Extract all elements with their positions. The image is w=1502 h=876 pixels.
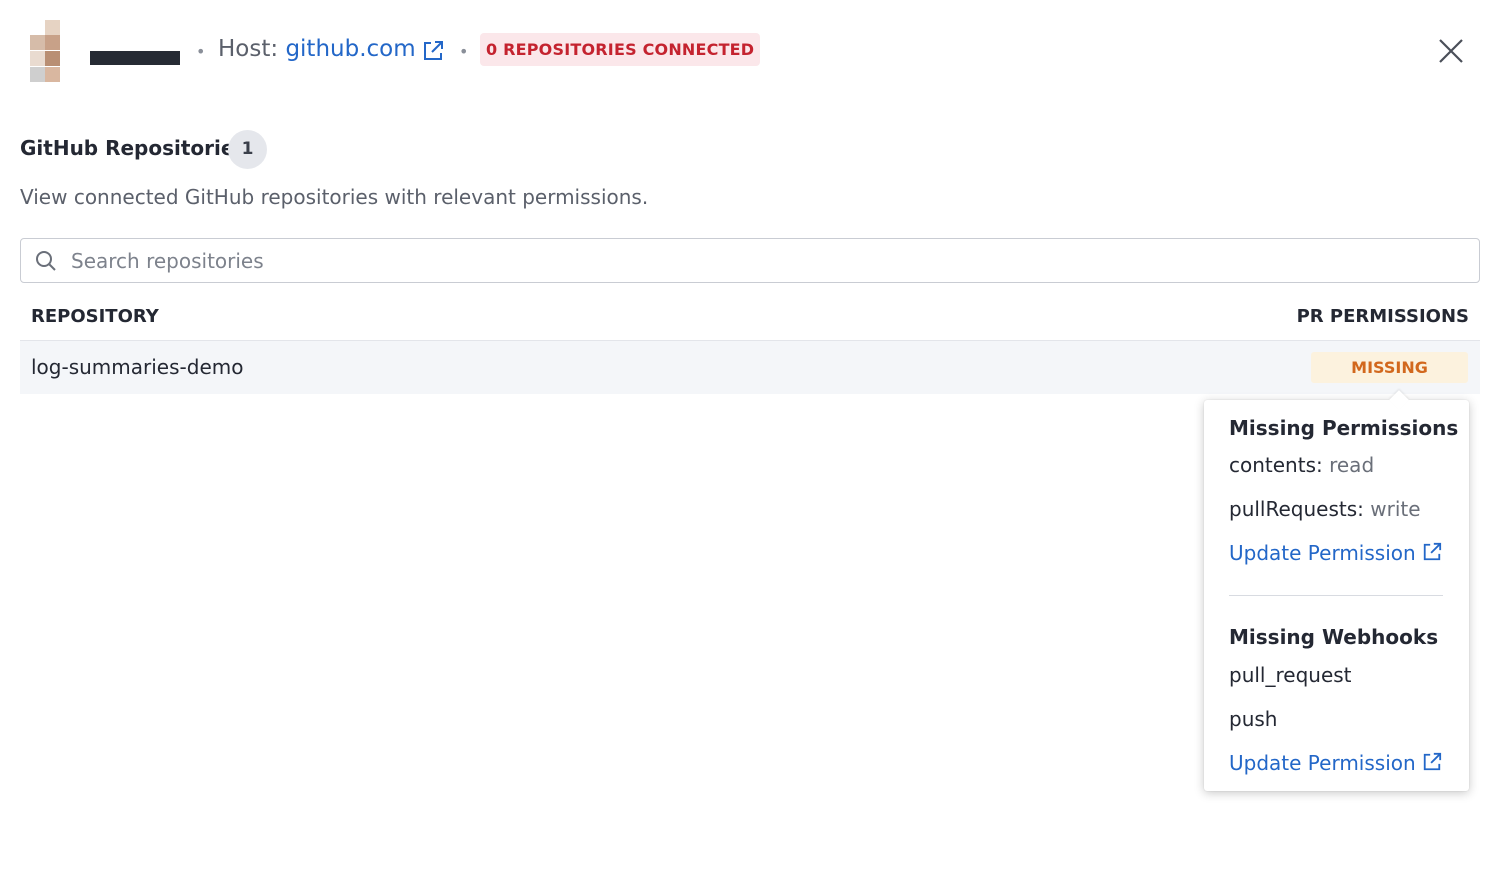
external-link-icon	[1423, 752, 1441, 771]
section-title: GitHub Repositories	[20, 136, 247, 160]
connection-status-badge: 0 REPOSITORIES CONNECTED	[480, 33, 761, 66]
host-link[interactable]: github.com	[285, 36, 415, 62]
external-link-icon[interactable]	[422, 40, 444, 62]
repository-name: log-summaries-demo	[31, 355, 244, 379]
permission-name: pullRequests:	[1229, 497, 1364, 521]
column-header-repository[interactable]: REPOSITORY	[31, 306, 159, 327]
popover-divider	[1229, 595, 1443, 596]
close-icon[interactable]	[1436, 36, 1466, 66]
permission-item: contents: read	[1229, 453, 1374, 477]
permission-value: read	[1329, 453, 1375, 477]
permission-item: pullRequests: write	[1229, 497, 1421, 521]
pr-permissions-status-badge[interactable]: MISSING	[1311, 352, 1468, 383]
account-name-redacted	[90, 51, 180, 65]
host-label: Host:	[218, 36, 279, 62]
host-info: Host: github.com	[218, 36, 416, 62]
repository-count-badge: 1	[228, 130, 267, 169]
table-row[interactable]: log-summaries-demo MISSING	[20, 341, 1480, 394]
update-permission-link[interactable]: Update Permission	[1229, 541, 1442, 565]
search-input[interactable]	[71, 239, 1461, 282]
missing-webhooks-title: Missing Webhooks	[1229, 625, 1439, 649]
update-webhook-permission-link[interactable]: Update Permission	[1229, 751, 1442, 775]
missing-permissions-title: Missing Permissions	[1229, 416, 1459, 440]
drawer-header: • Host: github.com • 0 REPOSITORIES CONN…	[0, 0, 1502, 100]
account-avatar	[30, 20, 60, 82]
external-link-icon	[1423, 542, 1441, 561]
search-box[interactable]	[20, 238, 1480, 283]
webhook-item: push	[1229, 707, 1278, 731]
missing-permissions-popover: Missing Permissions contents: read pullR…	[1204, 390, 1469, 791]
permission-name: contents:	[1229, 453, 1323, 477]
update-permission-label: Update Permission	[1229, 751, 1416, 775]
permission-value: write	[1370, 497, 1421, 521]
separator-dot: •	[196, 42, 206, 61]
webhook-item: pull_request	[1229, 663, 1352, 687]
separator-dot: •	[459, 42, 469, 61]
update-permission-label: Update Permission	[1229, 541, 1416, 565]
section-description: View connected GitHub repositories with …	[20, 185, 649, 209]
search-icon	[36, 251, 56, 271]
column-header-pr-permissions[interactable]: PR PERMISSIONS	[1297, 306, 1469, 327]
